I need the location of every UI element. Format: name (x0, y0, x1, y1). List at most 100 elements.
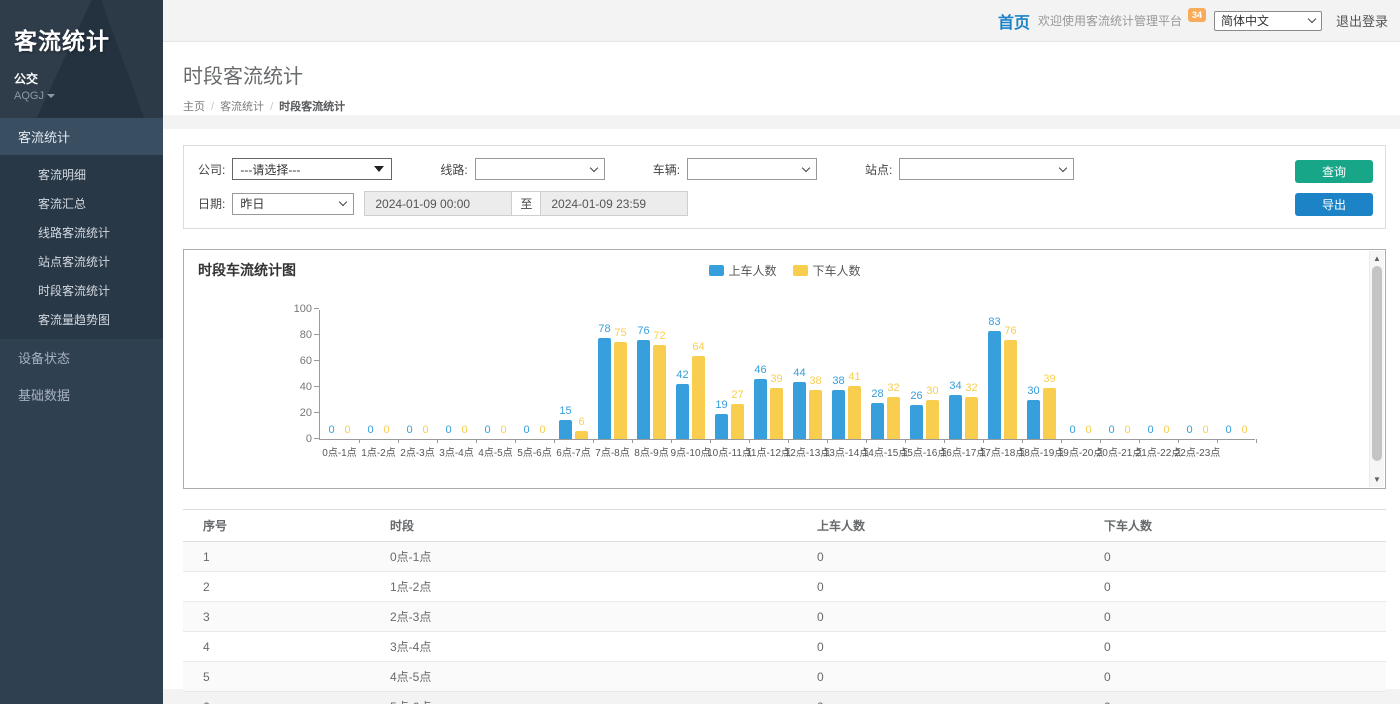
bar-boarding[interactable] (988, 331, 1001, 439)
language-select[interactable]: 简体中文 (1214, 11, 1322, 31)
breadcrumb-item[interactable]: 主页 (183, 101, 205, 113)
vehicle-select[interactable] (687, 158, 817, 180)
bar-boarding[interactable] (949, 395, 962, 439)
bar-value-label: 32 (887, 382, 899, 394)
sidebar-item-0-3[interactable]: 站点客流统计 (0, 247, 163, 276)
bar-alighting[interactable] (692, 356, 705, 439)
bar-value-label: 0 (422, 424, 428, 436)
sidebar-item-0-0[interactable]: 客流明细 (0, 160, 163, 189)
bar-alighting[interactable] (1004, 340, 1017, 439)
table-cell: 0 (817, 602, 1104, 632)
scrollbar-thumb[interactable] (1372, 266, 1382, 461)
scroll-up-icon[interactable]: ▲ (1370, 254, 1384, 263)
bar-alighting[interactable] (926, 400, 939, 439)
bar-boarding[interactable] (598, 338, 611, 439)
welcome-text: 欢迎使用客流统计管理平台 (1038, 12, 1182, 29)
bar-boarding[interactable] (1027, 400, 1040, 439)
table-cell: 0 (1104, 572, 1386, 602)
x-axis-tick (1217, 439, 1218, 443)
query-button[interactable]: 查询 (1295, 160, 1373, 183)
chevron-down-icon (47, 94, 55, 98)
home-link[interactable]: 首页 (998, 9, 1030, 33)
bar-boarding[interactable] (559, 420, 572, 440)
bar-boarding[interactable] (754, 379, 767, 439)
sidebar-submenu: 客流明细客流汇总线路客流统计站点客流统计时段客流统计客流量趋势图 (0, 155, 163, 339)
bar-boarding[interactable] (871, 403, 884, 439)
bar-alighting[interactable] (653, 345, 666, 439)
table-row: 43点-4点00 (183, 632, 1386, 662)
bar-value-label: 0 (484, 424, 490, 436)
x-axis-label: 22点-23点 (1175, 444, 1221, 459)
app-logo-title: 客流统计 (14, 12, 149, 56)
bar-value-label: 27 (731, 389, 743, 401)
bar-value-label: 38 (832, 375, 844, 387)
bar-value-label: 0 (1124, 424, 1130, 436)
bar-value-label: 0 (406, 424, 412, 436)
bar-alighting[interactable] (965, 397, 978, 439)
date-from-input[interactable]: 2024-01-09 00:00 (364, 191, 512, 216)
company-select-value: ---请选择--- (240, 161, 300, 178)
x-axis-tick (515, 439, 516, 443)
bar-boarding[interactable] (676, 384, 689, 439)
chart-scrollbar[interactable]: ▲ ▼ (1369, 251, 1384, 487)
bar-alighting[interactable] (614, 342, 627, 440)
sidebar-section-2[interactable]: 基础数据 (0, 376, 163, 413)
station-select[interactable] (899, 158, 1074, 180)
chart-title: 时段车流统计图 (198, 260, 296, 280)
x-axis-tick (944, 439, 945, 443)
bar-value-label: 28 (871, 388, 883, 400)
bar-value-label: 0 (500, 424, 506, 436)
scroll-down-icon[interactable]: ▼ (1370, 475, 1384, 484)
sidebar-item-0-4[interactable]: 时段客流统计 (0, 276, 163, 305)
bar-boarding[interactable] (637, 340, 650, 439)
bar-alighting[interactable] (848, 386, 861, 439)
bar-boarding[interactable] (832, 390, 845, 439)
breadcrumb-item[interactable]: 客流统计 (220, 101, 264, 113)
sidebar-menu: 客流统计客流明细客流汇总线路客流统计站点客流统计时段客流统计客流量趋势图设备状态… (0, 118, 163, 413)
bar-value-label: 0 (1225, 424, 1231, 436)
bar-value-label: 19 (715, 399, 727, 411)
breadcrumb: 主页/客流统计/时段客流统计 (183, 98, 1380, 114)
bar-alighting[interactable] (575, 431, 588, 439)
topbar: 首页 欢迎使用客流统计管理平台 34 简体中文 退出登录 (163, 0, 1400, 42)
bar-boarding[interactable] (910, 405, 923, 439)
logout-link[interactable]: 退出登录 (1336, 11, 1388, 30)
notification-badge[interactable]: 34 (1188, 8, 1206, 22)
user-menu[interactable]: AQGJ (14, 90, 149, 102)
bar-value-label: 30 (926, 385, 938, 397)
bar-value-label: 83 (988, 316, 1000, 328)
sidebar-item-0-5[interactable]: 客流量趋势图 (0, 305, 163, 334)
x-axis-tick (398, 439, 399, 443)
bar-boarding[interactable] (715, 414, 728, 439)
bar-alighting[interactable] (1043, 388, 1056, 439)
y-axis-tick (314, 360, 319, 361)
y-axis-tick-label: 20 (300, 407, 312, 419)
sidebar-section-1[interactable]: 设备状态 (0, 339, 163, 376)
chevron-down-icon (339, 198, 347, 206)
line-select[interactable] (475, 158, 605, 180)
company-select[interactable]: ---请选择--- (232, 158, 392, 180)
bar-alighting[interactable] (809, 390, 822, 439)
x-axis-label: 4点-5点 (478, 444, 512, 459)
sidebar-item-0-2[interactable]: 线路客流统计 (0, 218, 163, 247)
bar-boarding[interactable] (793, 382, 806, 439)
bar-value-label: 0 (1085, 424, 1091, 436)
bar-alighting[interactable] (887, 397, 900, 439)
bar-value-label: 0 (1147, 424, 1153, 436)
x-axis-label: 5点-6点 (517, 444, 551, 459)
bar-value-label: 72 (653, 330, 665, 342)
bar-value-label: 0 (367, 424, 373, 436)
export-button[interactable]: 导出 (1295, 193, 1373, 216)
date-preset-select[interactable]: 昨日 (232, 193, 354, 215)
bar-alighting[interactable] (731, 404, 744, 439)
company-label: 公司: (198, 161, 225, 178)
sidebar-section-0[interactable]: 客流统计 (0, 118, 163, 155)
legend-swatch-icon (793, 265, 808, 276)
sidebar-item-0-1[interactable]: 客流汇总 (0, 189, 163, 218)
x-axis-tick (1061, 439, 1062, 443)
x-axis-label: 7点-8点 (595, 444, 629, 459)
date-to-input[interactable]: 2024-01-09 23:59 (540, 191, 688, 216)
language-value: 简体中文 (1221, 12, 1269, 29)
bar-alighting[interactable] (770, 388, 783, 439)
table-cell: 0 (817, 692, 1104, 704)
